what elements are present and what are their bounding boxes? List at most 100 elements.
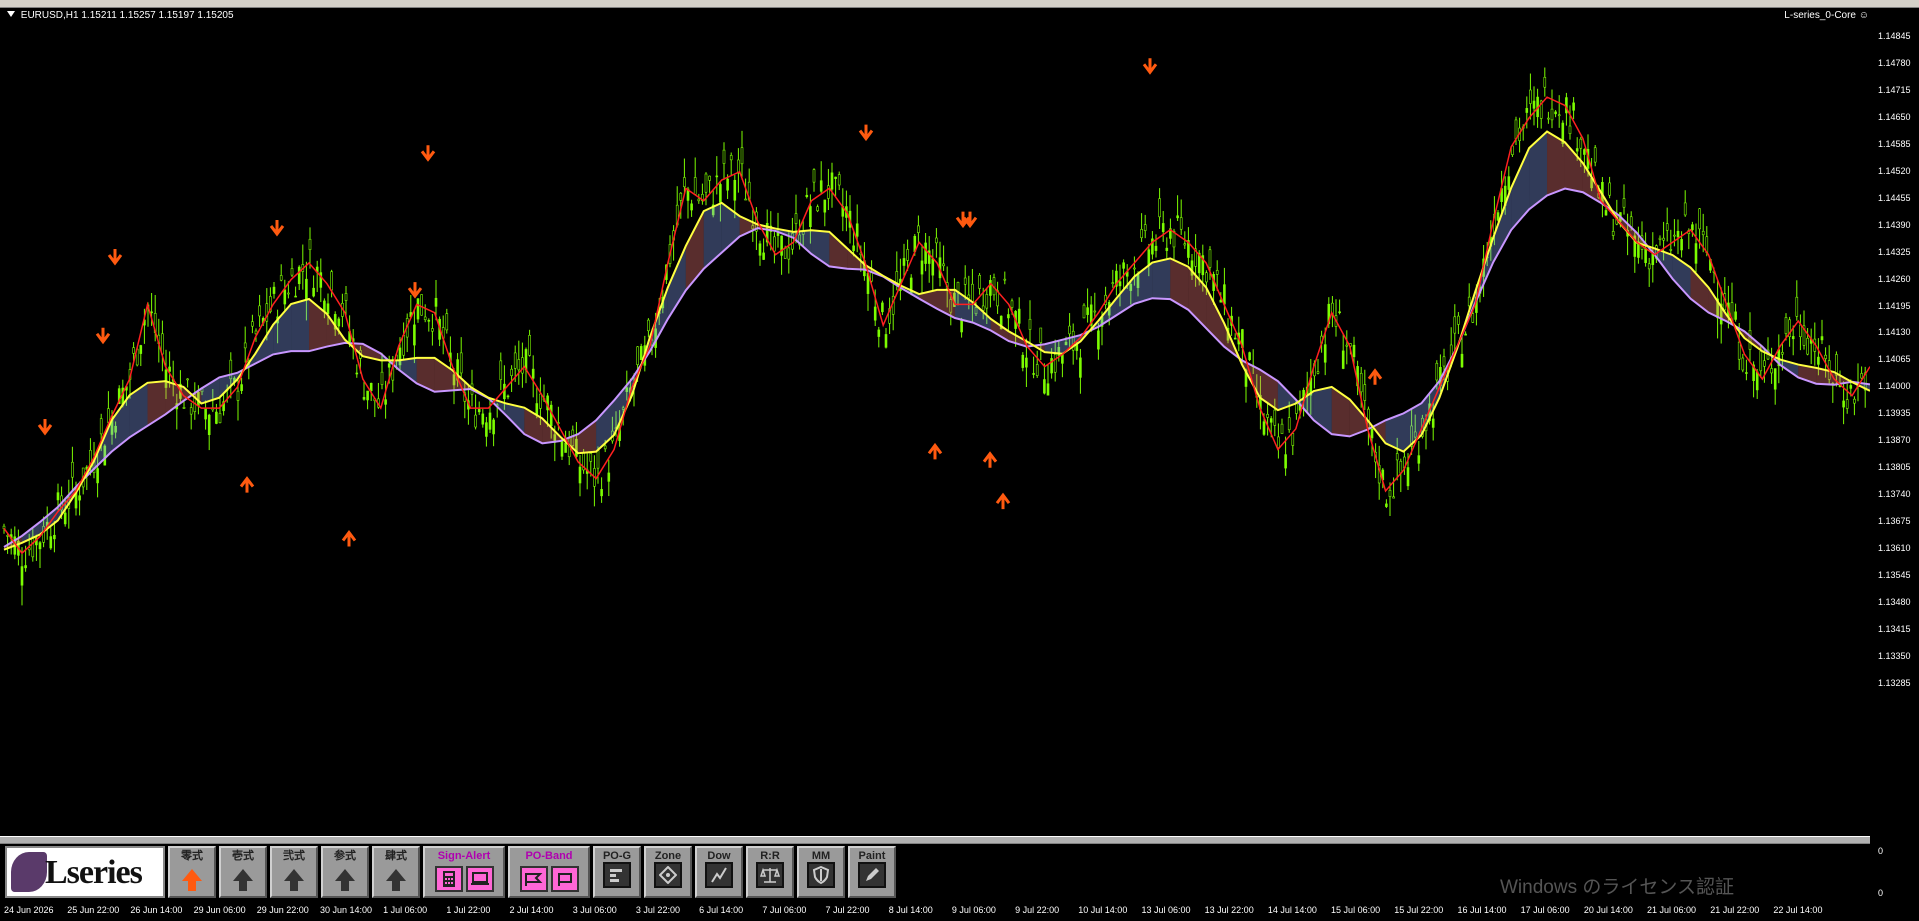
zero-shiki-button[interactable]: 零式 [168, 846, 216, 898]
candle-body [1363, 384, 1367, 401]
zone-button[interactable]: Zone [644, 846, 692, 898]
candle-body [1431, 418, 1435, 428]
sell-signal-arrow [1142, 58, 1158, 75]
calculator-icon[interactable] [434, 866, 463, 892]
candle-body [1028, 318, 1032, 330]
price-chart[interactable] [0, 0, 1870, 836]
candle-body [1583, 149, 1586, 155]
candle-body [1741, 357, 1745, 371]
ema-band-fill [129, 382, 148, 438]
sign-alert-button[interactable]: Sign-Alert [423, 846, 505, 898]
price-tick-label: 1.14065 [1878, 354, 1911, 365]
time-tick-label: 22 Jul 14:00 [1773, 905, 1823, 915]
candle-body [729, 155, 733, 161]
time-tick-label: 17 Jul 06:00 [1520, 905, 1570, 915]
time-tick-label: 9 Jul 22:00 [1015, 905, 1060, 915]
price-tick-label: 1.14325 [1878, 246, 1911, 257]
candle-body [1269, 418, 1273, 423]
candle-body [917, 225, 920, 233]
candle-body [1352, 344, 1356, 358]
rr-button[interactable]: R:R [746, 846, 794, 898]
candle-body [1665, 223, 1669, 231]
candle-body [1680, 239, 1683, 251]
candle-body [1464, 333, 1467, 336]
buy-signal-arrow [927, 442, 943, 460]
san-shiki-button[interactable]: 参式 [321, 846, 369, 898]
price-tick-label: 1.13285 [1878, 677, 1911, 688]
candle-body [387, 363, 391, 368]
dow-button[interactable]: Dow [695, 846, 743, 898]
candle-body [773, 236, 776, 252]
candle-body [1111, 282, 1115, 284]
time-tick-label: 13 Jul 22:00 [1204, 905, 1254, 915]
candle-body [132, 347, 135, 354]
windows-activation-watermark: Windows のライセンス認証 [1500, 872, 1734, 899]
price-tick-label: 1.14390 [1878, 219, 1911, 230]
flag-icon[interactable] [519, 866, 548, 892]
price-tick-label: 1.14455 [1878, 192, 1911, 203]
price-tick-label: 1.14650 [1878, 111, 1911, 122]
time-tick-label: 1 Jul 22:00 [446, 905, 491, 915]
flag-outline-icon[interactable] [550, 866, 579, 892]
po-band-button[interactable]: PO-Band [508, 846, 590, 898]
ema-band-fill [1564, 142, 1583, 193]
price-tick-label: 1.13740 [1878, 489, 1911, 500]
mm-button[interactable]: MM [797, 846, 845, 898]
candle-body [517, 359, 521, 371]
candle-body [1745, 372, 1748, 374]
candle-body [96, 468, 99, 484]
candle-body [679, 192, 683, 201]
candle-body [1572, 102, 1575, 111]
candle-body [834, 176, 837, 179]
candle-body [1529, 89, 1532, 104]
laptop-icon[interactable] [465, 866, 494, 892]
candle-body [1043, 379, 1046, 394]
sell-signal-arrow [269, 219, 285, 237]
candle-body [1737, 341, 1741, 360]
candle-body [830, 172, 834, 190]
up-arrow-dark-icon [228, 866, 258, 894]
candle-body [1543, 76, 1547, 88]
candle-body [1691, 224, 1694, 231]
candle-body [1525, 108, 1529, 113]
po-g-button[interactable]: PO-G [593, 846, 641, 898]
ni-shiki-button[interactable]: 弐式 [270, 846, 318, 898]
candle-body [1154, 245, 1158, 251]
scale-icon [756, 862, 784, 888]
candle-body [1068, 325, 1071, 335]
candle-body [1359, 372, 1363, 393]
paint-button[interactable]: Paint [848, 846, 896, 898]
candle-body [1208, 249, 1212, 268]
candle-body [794, 213, 798, 224]
candle-body [499, 360, 503, 380]
candle-body [1025, 357, 1028, 368]
candle-body [1579, 138, 1583, 149]
candle-body [812, 169, 816, 183]
candle-body [182, 407, 186, 409]
subwindow-divider[interactable] [0, 836, 1870, 844]
candle-body [186, 378, 189, 381]
candle-body [531, 368, 535, 379]
candle-body [1694, 243, 1698, 264]
time-tick-label: 3 Jul 06:00 [572, 905, 617, 915]
ichi-shiki-button[interactable]: 壱式 [219, 846, 267, 898]
candle-body [1086, 307, 1089, 315]
candle-body [1824, 354, 1827, 359]
candle-body [924, 242, 927, 264]
candle-body [1759, 351, 1763, 372]
price-tick-label: 1.13675 [1878, 516, 1911, 527]
price-tick-label: 1.13545 [1878, 570, 1911, 580]
sell-signal-arrow [407, 282, 423, 299]
candle-body [521, 357, 524, 374]
candle-body [1035, 364, 1039, 376]
candle-body [1133, 267, 1136, 270]
candle-body [852, 245, 855, 251]
button-label: 参式 [334, 850, 356, 862]
candle-body [1532, 100, 1536, 109]
candle-body [823, 199, 827, 213]
yon-shiki-button[interactable]: 肆式 [372, 846, 420, 898]
button-label: 弐式 [283, 850, 305, 862]
ema-band-fill [578, 420, 597, 454]
candle-body [1860, 373, 1863, 379]
candle-body [978, 275, 981, 289]
